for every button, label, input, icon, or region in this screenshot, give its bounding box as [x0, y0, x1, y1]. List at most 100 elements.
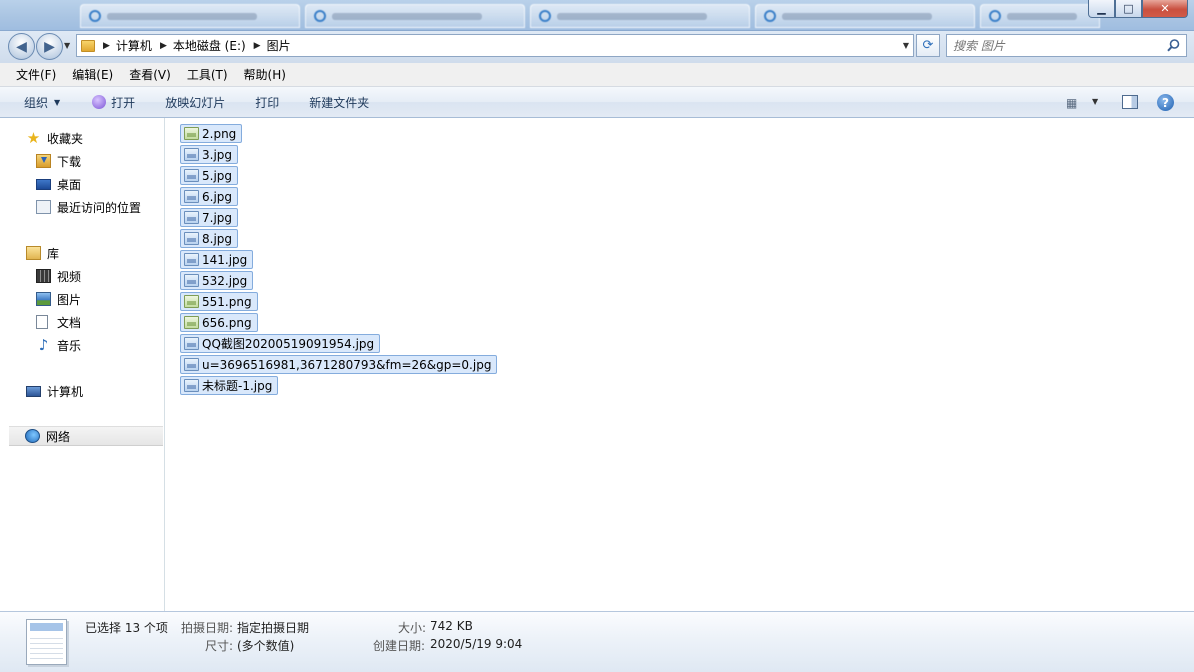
view-options-icon[interactable]: ▦: [1066, 96, 1077, 110]
file-name: 3.jpg: [202, 147, 233, 162]
menu-file[interactable]: 文件(F): [8, 66, 64, 83]
nav-item-documents[interactable]: 文档: [0, 312, 164, 332]
nav-item-libraries[interactable]: 库: [0, 243, 164, 263]
chevron-right-icon[interactable]: ▶: [160, 41, 167, 51]
background-tab[interactable]: [980, 4, 1100, 28]
chevron-down-icon[interactable]: ▼: [1092, 97, 1098, 106]
organize-label: 组织: [24, 95, 49, 110]
slideshow-button[interactable]: 放映幻灯片: [165, 94, 225, 111]
forward-button[interactable]: ▶: [36, 33, 63, 60]
menu-help[interactable]: 帮助(H): [236, 66, 294, 83]
nav-item-computer[interactable]: 计算机: [0, 381, 164, 401]
file-list[interactable]: 2.png 3.jpg 5.jpg 6.jpg 7.jpg 8.jpg 141.jpg 532…: [165, 118, 1194, 611]
file-item[interactable]: 未标题-1.jpg: [180, 376, 279, 395]
computer-icon: [26, 385, 41, 397]
desktop-icon: [36, 178, 51, 190]
blurred-tab-title: [557, 13, 707, 20]
organize-button[interactable]: 组织 ▼: [24, 94, 60, 111]
nav-item-favorites[interactable]: ★ 收藏夹: [0, 128, 164, 148]
file-item[interactable]: 3.jpg: [180, 145, 239, 164]
file-item[interactable]: 141.jpg: [180, 250, 254, 269]
breadcrumb-pictures[interactable]: 图片: [267, 37, 291, 54]
nav-label: 网络: [46, 429, 71, 444]
nav-item-desktop[interactable]: 桌面: [0, 174, 164, 194]
open-button[interactable]: 打开: [92, 94, 135, 111]
menu-tools[interactable]: 工具(T): [179, 66, 236, 83]
background-tab[interactable]: [80, 4, 300, 28]
size-value: 742 KB: [430, 619, 473, 633]
jpg-file-icon: [184, 358, 199, 371]
menu-edit[interactable]: 编辑(E): [64, 66, 121, 83]
open-app-icon: [92, 95, 107, 109]
nav-item-network[interactable]: 网络: [9, 426, 163, 446]
nav-label: 库: [47, 246, 60, 261]
background-tab[interactable]: [305, 4, 525, 28]
refresh-icon: ⟳: [922, 38, 934, 53]
file-item[interactable]: 532.jpg: [180, 271, 254, 290]
file-item[interactable]: 8.jpg: [180, 229, 239, 248]
nav-item-music[interactable]: ♪ 音乐: [0, 335, 164, 355]
search-icon[interactable]: [1167, 39, 1180, 52]
minimize-button[interactable]: ▁: [1088, 0, 1115, 18]
help-icon[interactable]: ?: [1157, 94, 1174, 111]
file-item[interactable]: 7.jpg: [180, 208, 239, 227]
file-item[interactable]: 551.png: [180, 292, 258, 311]
chevron-right-icon[interactable]: ▶: [103, 41, 110, 51]
close-button[interactable]: ✕: [1142, 0, 1188, 18]
nav-item-recent-places[interactable]: 最近访问的位置: [0, 197, 164, 217]
background-tab[interactable]: [530, 4, 750, 28]
file-item[interactable]: u=3696516981,3671280793&fm=26&gp=0.jpg: [180, 355, 498, 374]
star-icon: ★: [26, 129, 41, 147]
menu-view[interactable]: 查看(V): [121, 66, 179, 83]
nav-label: 下载: [57, 154, 82, 169]
background-tab[interactable]: [755, 4, 975, 28]
nav-item-pictures[interactable]: 图片: [0, 289, 164, 309]
nav-item-videos[interactable]: 视频: [0, 266, 164, 286]
folder-icon: [81, 39, 95, 52]
file-name: 532.jpg: [202, 273, 248, 288]
details-pane: 已选择 13 个项 拍摄日期: 指定拍摄日期 尺寸: (多个数值) 大小: 74…: [0, 611, 1194, 672]
jpg-file-icon: [184, 232, 199, 245]
file-name: QQ截图20200519091954.jpg: [202, 337, 375, 351]
created-date-value: 2020/5/19 9:04: [430, 637, 523, 651]
blurred-tab-title: [332, 13, 482, 20]
print-button[interactable]: 打印: [255, 94, 279, 111]
nav-label: 音乐: [57, 338, 82, 353]
file-item[interactable]: QQ截图20200519091954.jpg: [180, 334, 381, 353]
browser-icon: [764, 10, 776, 22]
breadcrumb-drive[interactable]: 本地磁盘 (E:): [173, 37, 246, 54]
preview-pane-icon[interactable]: [1122, 95, 1138, 109]
file-item[interactable]: 2.png: [180, 124, 243, 143]
library-icon: [26, 246, 41, 260]
new-folder-button[interactable]: 新建文件夹: [309, 94, 369, 111]
jpg-file-icon: [184, 169, 199, 182]
chevron-down-icon: ▼: [54, 97, 61, 107]
date-taken-label: 拍摄日期:: [181, 621, 234, 635]
address-dropdown-icon[interactable]: ▼: [903, 41, 909, 50]
search-input[interactable]: [953, 37, 1153, 54]
file-name: 656.png: [202, 315, 252, 330]
file-item[interactable]: 656.png: [180, 313, 258, 332]
recent-pages-dropdown[interactable]: ▼: [64, 41, 70, 50]
nav-item-downloads[interactable]: 下载: [0, 151, 164, 171]
documents-library-icon: [36, 315, 48, 329]
downloads-folder-icon: [36, 154, 51, 168]
navigation-pane: ★ 收藏夹 下载 桌面 最近访问的位置 库 视频 图片 文档 ♪ 音乐 计算机 …: [0, 118, 165, 611]
file-item[interactable]: 5.jpg: [180, 166, 239, 185]
music-note-icon: ♪: [38, 336, 49, 354]
chevron-right-icon[interactable]: ▶: [254, 41, 261, 51]
address-bar[interactable]: ▶ 计算机 ▶ 本地磁盘 (E:) ▶ 图片 ▼: [76, 34, 914, 57]
file-item[interactable]: 6.jpg: [180, 187, 239, 206]
back-button[interactable]: ◀: [8, 33, 35, 60]
browser-icon: [989, 10, 1001, 22]
file-name: u=3696516981,3671280793&fm=26&gp=0.jpg: [202, 357, 492, 372]
refresh-button[interactable]: ⟳: [916, 34, 940, 57]
search-box[interactable]: [946, 34, 1187, 57]
file-name: 5.jpg: [202, 168, 233, 183]
date-taken-value[interactable]: 指定拍摄日期: [237, 619, 309, 636]
breadcrumb-computer[interactable]: 计算机: [116, 37, 152, 54]
window-controls: ▁ □ ✕: [1088, 0, 1188, 18]
nav-label: 文档: [57, 315, 82, 330]
file-name: 141.jpg: [202, 252, 248, 267]
maximize-button[interactable]: □: [1115, 0, 1142, 18]
